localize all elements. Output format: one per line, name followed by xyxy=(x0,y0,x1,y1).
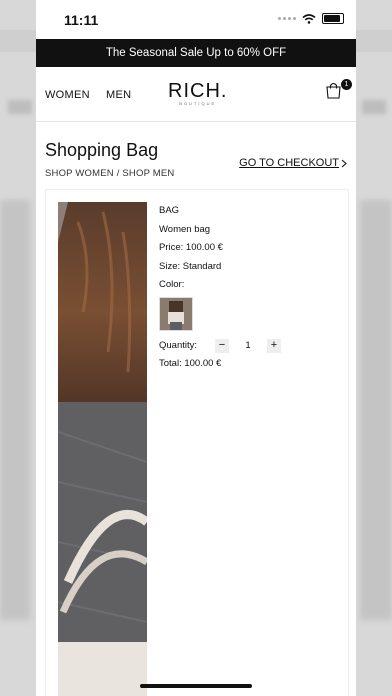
chevron-right-icon xyxy=(341,159,347,167)
item-description: Women bag xyxy=(159,223,211,235)
checkout-label: GO TO CHECKOUT xyxy=(239,157,339,169)
product-photo-illustration xyxy=(58,202,147,696)
decrease-quantity-button[interactable]: − xyxy=(215,338,229,353)
breadcrumb: SHOP WOMEN / SHOP MEN xyxy=(45,168,175,179)
top-nav: WOMEN MEN RICH. BOUTIQUE 1 xyxy=(36,67,356,122)
cart-item-card: BAG Women bag Price: 100.00 € Size: Stan… xyxy=(45,189,349,696)
shopping-bag-icon xyxy=(326,82,341,99)
nav-men-link[interactable]: MEN xyxy=(106,89,131,101)
promo-banner[interactable]: The Seasonal Sale Up to 60% OFF xyxy=(36,39,356,67)
increase-quantity-button[interactable]: + xyxy=(267,338,281,353)
page-title: Shopping Bag xyxy=(45,140,159,160)
breadcrumb-shop-women[interactable]: SHOP WOMEN xyxy=(45,168,114,179)
phone-screen: 11:11 The Seasonal Sale Up to 60% OFF WO… xyxy=(36,0,356,696)
status-time: 11:11 xyxy=(64,12,99,28)
breadcrumb-shop-men[interactable]: SHOP MEN xyxy=(122,168,174,179)
item-price: Price: 100.00 € xyxy=(159,242,223,253)
home-indicator[interactable] xyxy=(140,684,252,688)
item-details: BAG Women bag Price: 100.00 € Size: Stan… xyxy=(159,202,281,374)
logo-text: RICH. xyxy=(168,80,228,102)
background-shape xyxy=(360,200,392,620)
wifi-icon xyxy=(302,13,316,24)
background-shape xyxy=(8,100,32,114)
item-total: Total: 100.00 € xyxy=(159,358,222,369)
checkout-link[interactable]: GO TO CHECKOUT xyxy=(239,157,347,169)
product-image[interactable] xyxy=(58,202,147,696)
item-color-label: Color: xyxy=(159,279,185,290)
background-shape xyxy=(362,100,386,114)
background-shape xyxy=(0,200,30,620)
nav-women-link[interactable]: WOMEN xyxy=(45,89,90,101)
battery-icon xyxy=(322,13,344,24)
item-size: Size: Standard xyxy=(159,260,222,272)
quantity-value: 1 xyxy=(245,339,251,351)
quantity-label: Quantity: xyxy=(159,339,198,351)
cart-button[interactable]: 1 xyxy=(325,79,352,104)
signal-icon xyxy=(278,17,296,20)
brand-logo[interactable]: RICH. BOUTIQUE xyxy=(168,81,227,106)
quantity-row: Quantity: − 1 + xyxy=(159,337,281,356)
status-icons xyxy=(278,13,344,24)
breadcrumb-separator: / xyxy=(116,168,120,179)
item-name[interactable]: BAG xyxy=(159,202,281,221)
cart-count-badge: 1 xyxy=(341,79,352,90)
status-bar: 11:11 xyxy=(36,0,356,39)
color-swatch[interactable] xyxy=(159,296,193,331)
promo-text: The Seasonal Sale Up to 60% OFF xyxy=(105,47,287,59)
swatch-thumbnail xyxy=(160,297,192,330)
